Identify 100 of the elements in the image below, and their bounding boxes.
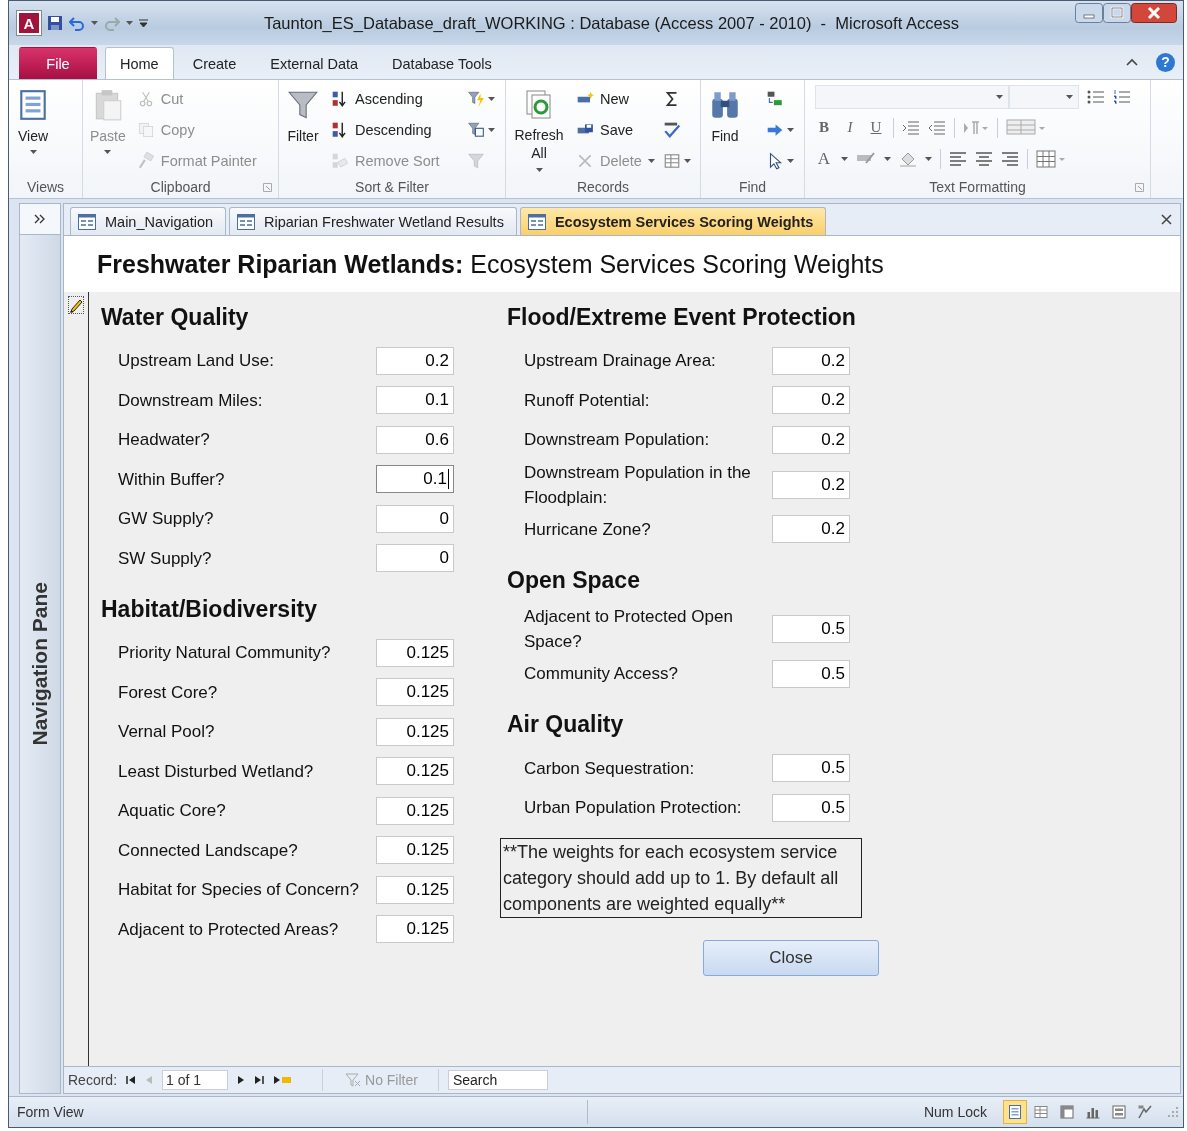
ribbon-button[interactable]: Filter [283, 84, 323, 176]
ribbon-button[interactable]: Save [574, 117, 657, 143]
dialog-launcher-icon[interactable] [263, 183, 272, 192]
field-label: Forest Core? [118, 681, 219, 704]
ribbon-button[interactable]: Descending [329, 117, 442, 143]
value-field[interactable]: 0.125 [376, 796, 454, 825]
note-text: **The weights for each ecosystem service category should add up to 1. By default all components are weighted equally** [500, 837, 862, 918]
ribbon-button[interactable]: New [574, 86, 657, 112]
font-color-button[interactable]: A [815, 148, 833, 169]
value-field[interactable]: 0.5 [772, 793, 850, 822]
paragraph-direction-icon[interactable] [963, 119, 989, 136]
value-field[interactable]: 0.125 [376, 638, 454, 667]
value-field[interactable]: 0.125 [376, 757, 454, 786]
table-icon[interactable] [662, 152, 681, 170]
align-center-icon[interactable] [975, 151, 993, 166]
field-label: Runoff Potential: [524, 389, 651, 412]
ribbon-button[interactable]: Ascending [329, 86, 442, 112]
navigation-pane[interactable]: Navigation Pane [19, 203, 61, 1094]
document-tab[interactable]: Riparian Freshwater Wetland Results [229, 207, 517, 235]
field-label: Vernal Pool? [118, 721, 216, 744]
ribbon-tab[interactable]: Home [105, 47, 174, 79]
value-field[interactable]: 0.6 [376, 425, 454, 454]
decrease-indent-icon[interactable] [928, 119, 946, 136]
value-field[interactable]: 0 [376, 504, 454, 533]
document-tab[interactable]: Ecosystem Services Scoring Weights [519, 207, 827, 235]
pencil-icon [68, 296, 84, 314]
field-label: Urban Population Protection: [524, 797, 743, 820]
ribbon-tab[interactable]: Create [177, 47, 252, 79]
section-heading: Water Quality [101, 302, 250, 332]
ribbon-tab[interactable]: External Data [255, 47, 374, 79]
record-position-field[interactable]: 1 of 1 [162, 1070, 229, 1090]
close-button[interactable] [1131, 3, 1177, 23]
value-field[interactable]: 0.2 [772, 386, 850, 415]
value-field[interactable]: 0.5 [772, 659, 850, 688]
last-record-icon[interactable] [254, 1075, 265, 1085]
field-label: Downstream Population: [524, 429, 711, 452]
value-field[interactable]: 0.125 [376, 836, 454, 865]
align-right-icon[interactable] [1001, 151, 1019, 166]
field-label: Downstream Population in the Floodplain: [524, 461, 752, 509]
value-field[interactable]: 0.1 [376, 386, 454, 415]
value-field[interactable]: 0.5 [772, 754, 850, 783]
maximize-button[interactable] [1103, 3, 1131, 23]
field-label: Aquatic Core? [118, 800, 227, 823]
underline-button[interactable]: U [867, 119, 885, 136]
replace-icon[interactable] [766, 90, 784, 108]
document-tab[interactable]: Main_Navigation [70, 207, 226, 235]
new-record-icon[interactable] [273, 1075, 294, 1085]
table-grid-icon[interactable] [1036, 149, 1066, 168]
value-field[interactable]: 0.2 [772, 346, 850, 375]
align-left-icon[interactable] [949, 151, 967, 166]
ribbon-button[interactable]: View [13, 84, 53, 176]
filter-advanced-icon[interactable] [467, 121, 485, 139]
value-field[interactable]: 0.2 [772, 470, 850, 499]
first-record-icon[interactable] [126, 1075, 137, 1085]
resize-grip-icon[interactable] [1167, 1106, 1179, 1118]
numbering-icon[interactable] [1113, 88, 1131, 105]
caret-icon [841, 156, 848, 161]
window-title: Taunton_ES_Database_draft_WORKING : Database (Access 2007 - 2010) - Microsoft Access [262, 13, 961, 33]
next-record-icon[interactable] [237, 1075, 246, 1085]
field-label: Adjacent to Protected Open Space? [524, 606, 734, 653]
ribbon-button[interactable]: Refresh All [510, 84, 568, 176]
paint-bucket-icon[interactable] [899, 150, 917, 167]
value-field[interactable]: 0.125 [376, 678, 454, 707]
value-field[interactable]: 0 [376, 544, 454, 573]
filter-selection-icon[interactable] [467, 90, 485, 108]
field-label: Hurricane Zone? [524, 518, 652, 541]
close-form-button[interactable]: Close [703, 939, 879, 976]
save-icon[interactable] [47, 15, 63, 31]
value-field[interactable]: 0.2 [772, 425, 850, 454]
help-button[interactable]: ? [1156, 52, 1175, 72]
caret-icon [884, 156, 891, 161]
navigation-pane-label: Navigation Pane [28, 582, 52, 746]
minimize-button[interactable] [1075, 3, 1103, 23]
value-field[interactable]: 0.1 [376, 465, 454, 494]
bold-button[interactable]: B [815, 119, 833, 136]
bullets-icon[interactable] [1087, 88, 1105, 105]
field-label: GW Supply? [118, 508, 215, 531]
expand-chevron-icon[interactable] [34, 214, 46, 224]
caret-icon [535, 168, 543, 172]
file-tab[interactable]: File [19, 47, 97, 79]
value-field[interactable]: 0.2 [772, 515, 850, 544]
value-field[interactable]: 0.125 [376, 875, 454, 904]
value-field[interactable]: 0.125 [376, 915, 454, 944]
close-icon[interactable] [1161, 214, 1172, 225]
app-logo[interactable]: A [17, 11, 41, 35]
dialog-launcher-icon[interactable] [1135, 183, 1144, 192]
customize-toolbar-icon[interactable] [139, 18, 148, 28]
ribbon-tab[interactable]: Database Tools [377, 47, 507, 79]
minimize-ribbon-icon[interactable] [1126, 58, 1138, 66]
ribbon-button[interactable]: Find [705, 84, 745, 176]
form-icon [527, 213, 546, 230]
spelling-check-icon[interactable] [662, 121, 681, 139]
search-field[interactable]: Search [447, 1070, 548, 1090]
undo-icon[interactable] [69, 15, 85, 31]
value-field[interactable]: 0.5 [772, 615, 850, 643]
increase-indent-icon[interactable] [902, 119, 920, 136]
caret-icon [104, 150, 112, 154]
value-field[interactable]: 0.2 [376, 346, 454, 375]
value-field[interactable]: 0.125 [376, 717, 454, 746]
italic-button[interactable]: I [841, 119, 859, 136]
